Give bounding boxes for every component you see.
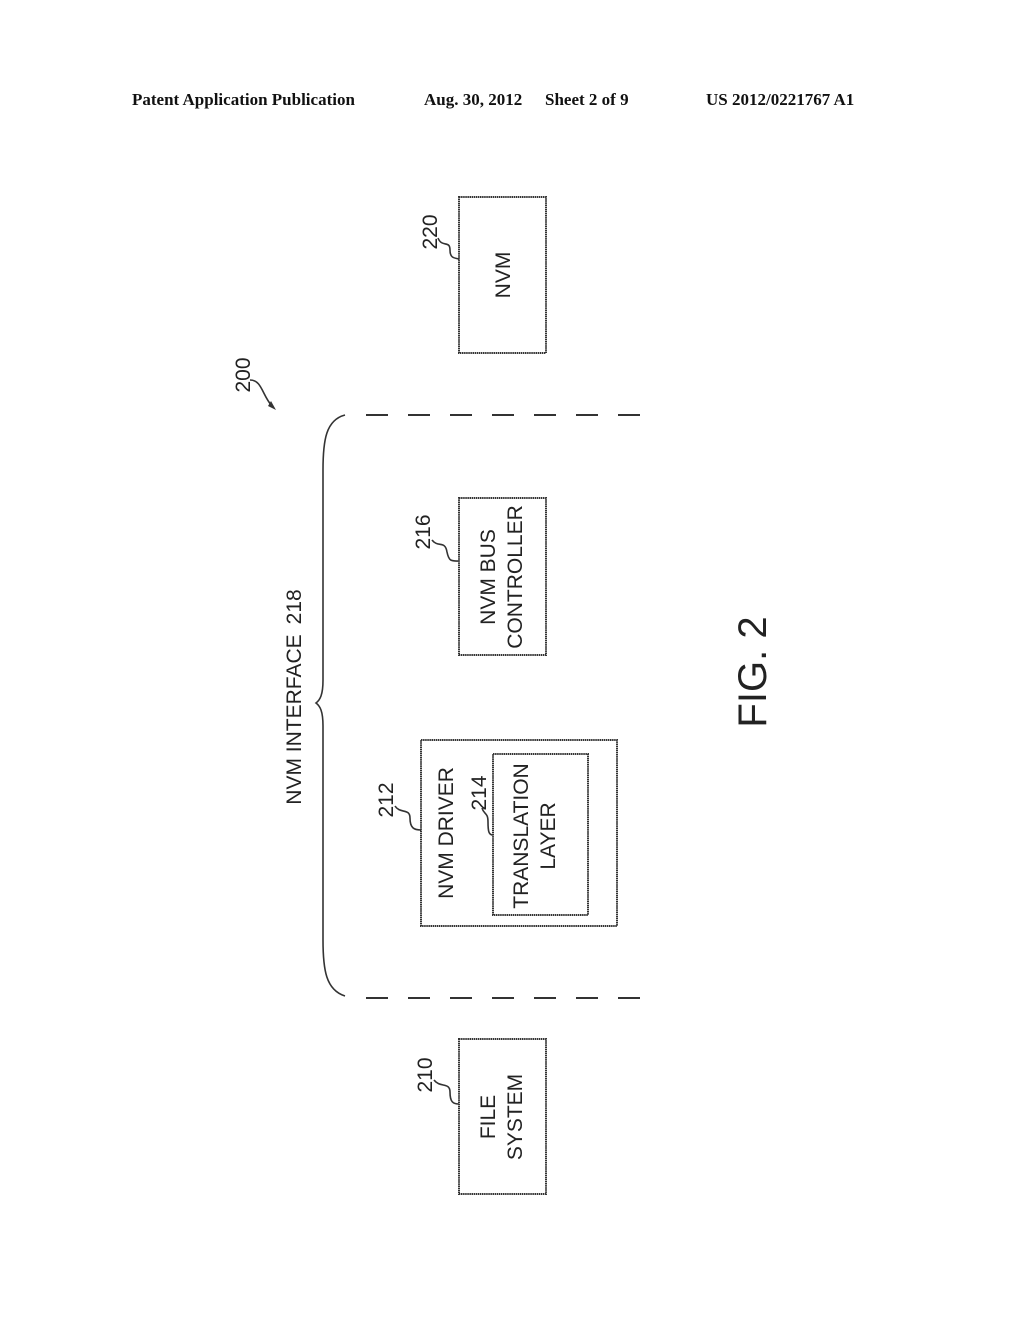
file-system-block: FILE SYSTEM [458,1038,547,1195]
ref-214-leader [481,807,494,836]
ref-212-label: 212 [375,782,398,817]
file-system-line-1: FILE [477,1095,500,1139]
ref-212-leader [394,805,422,831]
translation-layer-block: TRANSLATION LAYER [492,753,589,916]
ref-210: 210 [414,1057,460,1105]
ref-216-leader [431,539,460,562]
nvm-label: NVM [492,252,515,299]
interface-brace [314,414,346,997]
ref-212: 212 [375,782,422,831]
nvm-interface-label: NVM INTERFACE218 [283,589,306,804]
nvm-interface-text: NVM INTERFACE218 [283,589,306,804]
file-system-line-2: SYSTEM [504,1074,527,1160]
file-system-box [458,1038,547,1195]
ref-216: 216 [412,514,460,562]
figure-caption: FIG. 2 [731,616,775,727]
ref-210-leader [433,1079,460,1105]
ref-200-label: 200 [232,357,255,392]
nvm-bus-controller-block: NVM BUS CONTROLLER [458,497,547,656]
nvm-block: NVM [458,196,547,354]
ref-200: 200 [232,357,276,410]
ref-220-label: 220 [419,214,442,249]
nvm-bus-controller-line-2: CONTROLLER [504,505,527,649]
ref-214-label: 214 [468,775,491,810]
ref-210-label: 210 [414,1057,437,1092]
ref-216-label: 216 [412,514,435,549]
ref-220: 220 [419,214,460,260]
translation-layer-line-1: TRANSLATION [510,763,533,908]
nvm-driver-label: NVM DRIVER [435,767,458,899]
figure-2-diagram: NVM 220 200 NVM INTERFACE218 NVM BUS CON… [232,196,775,1195]
nvm-bus-controller-line-1: NVM BUS [477,529,500,625]
translation-layer-line-2: LAYER [537,802,560,869]
ref-214: 214 [468,775,494,836]
nvm-bus-controller-box [458,497,547,656]
